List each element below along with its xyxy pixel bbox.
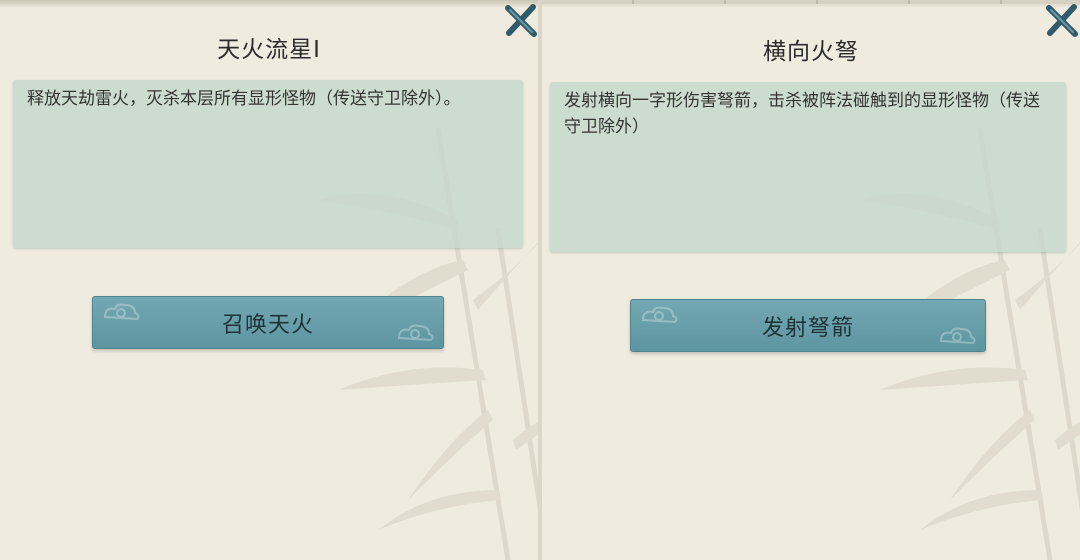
screen: 天火流星I 释放天劫雷火，灭杀本层所有显形怪物（传送守卫除外）。 召唤天火 横向…: [0, 0, 1080, 560]
summon-fire-button[interactable]: 召唤天火: [92, 296, 444, 349]
cloud-ornament-icon: [939, 327, 976, 345]
panel-top-edge: [0, 0, 538, 7]
close-x-icon[interactable]: [503, 2, 538, 38]
top-strip: [542, 0, 1080, 4]
cloud-ornament-icon: [641, 306, 678, 324]
skill-description: 释放天劫雷火，灭杀本层所有显形怪物（传送守卫除外）。: [27, 89, 461, 109]
summon-fire-label: 召唤天火: [221, 312, 314, 338]
close-x-icon[interactable]: [1044, 2, 1080, 38]
skill-panel-left: 天火流星I 释放天劫雷火，灭杀本层所有显形怪物（传送守卫除外）。 召唤天火: [0, 0, 538, 560]
cloud-ornament-icon: [397, 324, 434, 342]
skill-title: 天火流星I: [217, 37, 321, 63]
fire-crossbow-label: 发射弩箭: [761, 315, 854, 341]
skill-panel-right: 横向火弩 发射横向一字形伤害弩箭，击杀被阵法碰触到的显形怪物（传送守卫除外） 发…: [542, 0, 1080, 560]
skill-title: 横向火弩: [763, 39, 859, 65]
skill-description-box: 释放天劫雷火，灭杀本层所有显形怪物（传送守卫除外）。: [13, 80, 523, 248]
skill-description-box: 发射横向一字形伤害弩箭，击杀被阵法碰触到的显形怪物（传送守卫除外）: [550, 82, 1066, 252]
cloud-ornament-icon: [103, 303, 140, 321]
skill-description: 发射横向一字形伤害弩箭，击杀被阵法碰触到的显形怪物（传送守卫除外）: [564, 91, 1040, 137]
fire-crossbow-button[interactable]: 发射弩箭: [630, 299, 986, 352]
